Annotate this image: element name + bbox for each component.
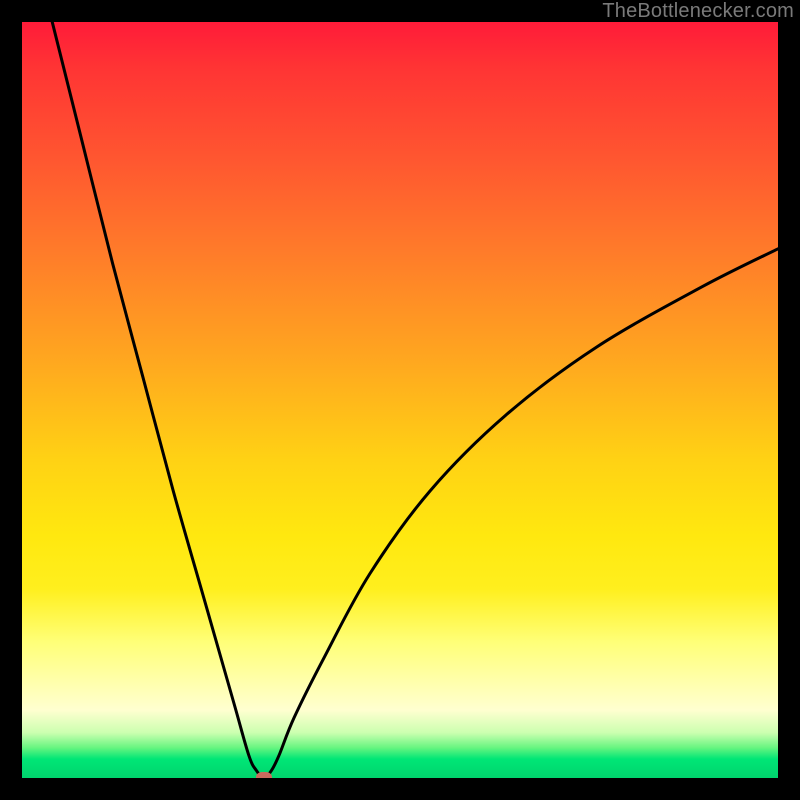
- chart-frame: [22, 22, 778, 778]
- watermark-text: TheBottlenecker.com: [602, 0, 794, 23]
- optimal-point-marker: [256, 772, 272, 778]
- bottleneck-curve: [22, 22, 778, 778]
